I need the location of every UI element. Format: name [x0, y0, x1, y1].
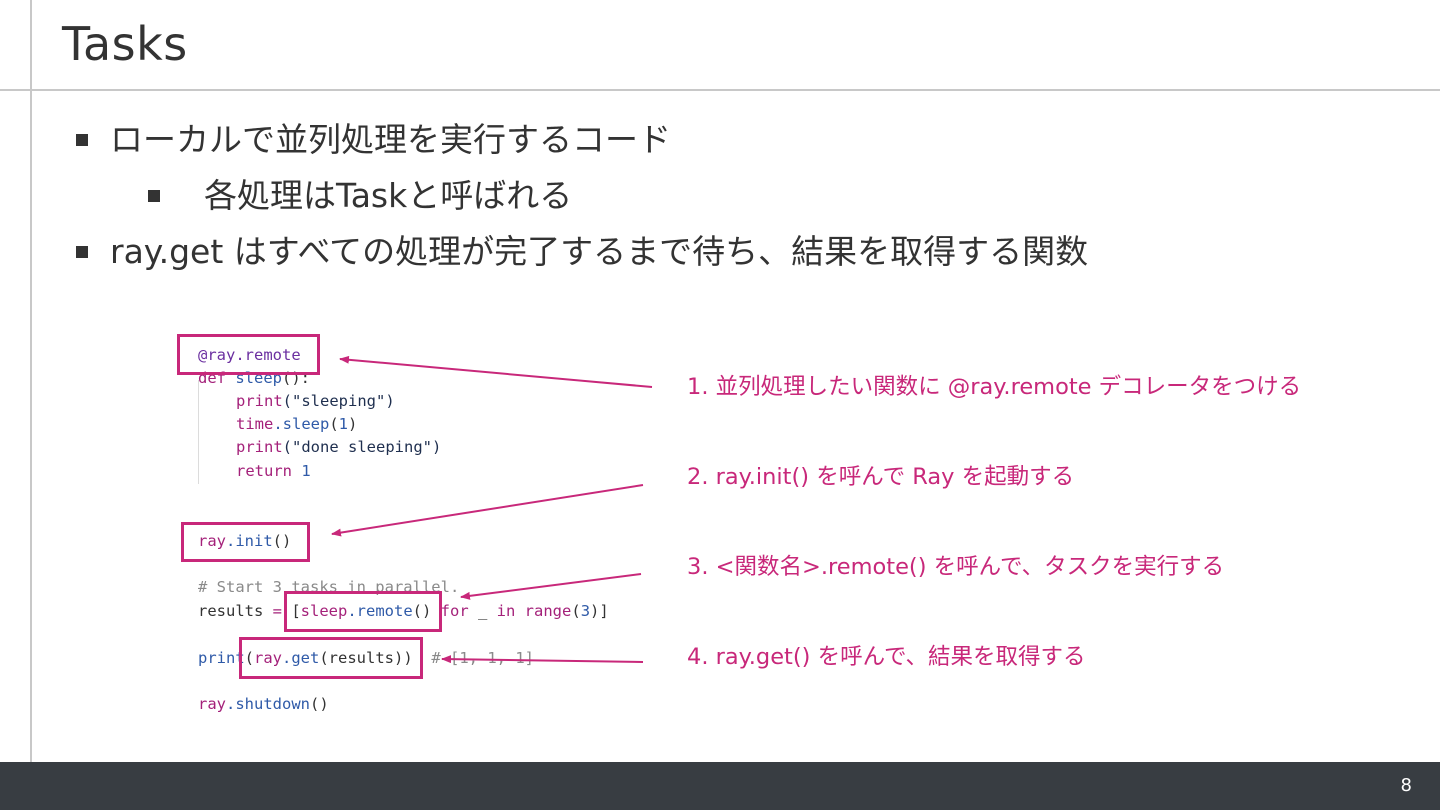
arrow-3: [460, 573, 642, 600]
arrow-4: [441, 655, 644, 664]
annotation-1: 1. 並列処理したい関数に @ray.remote デコレータをつける: [687, 374, 1302, 400]
arrow-2: [331, 484, 644, 537]
annotation-2: 2. ray.init() を呼んで Ray を起動する: [687, 464, 1075, 490]
annotation-4: 4. ray.get() を呼んで、結果を取得する: [687, 644, 1086, 670]
slide-footer-bar: 8: [0, 762, 1440, 810]
annotation-arrows: [331, 355, 653, 664]
annotation-3: 3. <関数名>.remote() を呼んで、タスクを実行する: [687, 554, 1225, 580]
arrow-1: [339, 355, 653, 388]
page-number: 8: [1400, 775, 1412, 796]
